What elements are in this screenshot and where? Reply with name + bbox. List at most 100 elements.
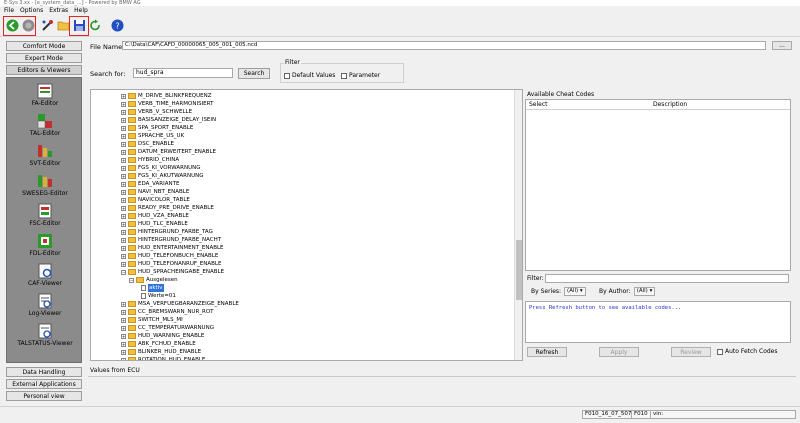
expander-icon[interactable]: + [121, 109, 126, 115]
expander-icon[interactable]: + [121, 173, 126, 179]
expander-icon[interactable]: + [121, 205, 126, 211]
expander-icon[interactable]: + [121, 237, 126, 243]
tree-node[interactable]: + DATUM_ERWEITERT_ENABLE [121, 148, 216, 156]
tree-node[interactable]: aktiv [141, 284, 164, 292]
tree-node[interactable]: + MSA_VERFUEGBARANZEIGE_ENABLE [121, 300, 239, 308]
expert-mode-button[interactable]: Expert Mode [6, 53, 82, 63]
expander-icon[interactable]: + [121, 189, 126, 195]
tree-node[interactable]: + SWITCH_MLS_MI [121, 316, 183, 324]
expander-icon[interactable]: + [121, 165, 126, 171]
open-folder-icon[interactable] [56, 18, 70, 32]
search-button[interactable]: Search [238, 68, 270, 79]
cheat-codes-grid[interactable]: Select Description [525, 99, 791, 271]
tree-node[interactable]: + ROTATION_HUD_ENABLE [121, 356, 205, 360]
log-viewer-item[interactable]: Log-Viewer [7, 292, 83, 322]
tree-node[interactable]: + HUD_TELEFONBUCH_ENABLE [121, 252, 218, 260]
tree-node[interactable]: + M_DRIVE_BLINKFREQUENZ [121, 92, 212, 100]
search-input[interactable]: hud_spra [133, 68, 233, 78]
expander-icon[interactable]: − [121, 269, 126, 275]
expander-icon[interactable]: + [121, 101, 126, 107]
fa-editor-item[interactable]: FA-Editor [7, 82, 83, 112]
tree-node[interactable]: + HUD_WARNING_ENABLE [121, 332, 204, 340]
by-series-select[interactable]: (All) ▾ [564, 287, 586, 296]
caf-tree[interactable]: + M_DRIVE_BLINKFREQUENZ + VERB_TIME_HARMONI… [90, 89, 523, 361]
fsc-editor-item[interactable]: FSC-Editor [7, 202, 83, 232]
auto-fetch-checkbox[interactable]: Auto Fetch Codes [717, 348, 778, 355]
refresh-icon[interactable] [88, 18, 102, 32]
help-icon[interactable]: ? [110, 18, 124, 32]
expander-icon[interactable]: + [121, 333, 126, 339]
menu-help[interactable]: Help [74, 7, 88, 14]
default-values-checkbox[interactable]: Default Values [284, 72, 335, 79]
tree-node[interactable]: + SPA_SPORT_ENABLE [121, 124, 193, 132]
parameter-checkbox[interactable]: Parameter [341, 72, 380, 79]
cheat-filter-input[interactable] [545, 274, 789, 283]
tree-node[interactable]: + EDA_VARIANTE [121, 180, 179, 188]
tree-node[interactable]: + FGS_KI_VORWARNUNG [121, 164, 200, 172]
expander-icon[interactable]: + [121, 325, 126, 331]
tree-node[interactable]: + HYBRID_CHINA [121, 156, 179, 164]
expander-icon[interactable]: + [121, 301, 126, 307]
tree-node[interactable]: + READY_PRE_DRIVE_ENABLE [121, 204, 214, 212]
by-author-select[interactable]: (All) ▾ [633, 287, 656, 296]
expander-icon[interactable]: + [121, 93, 126, 99]
menu-file[interactable]: File [4, 7, 14, 14]
expander-icon[interactable]: − [129, 277, 134, 283]
talstatus-viewer-item[interactable]: TALSTATUS-Viewer [7, 322, 83, 352]
tree-node[interactable]: + SPRACHE_US_UK [121, 132, 184, 140]
tree-node[interactable]: + NAVI_NBT_ENABLE [121, 188, 189, 196]
expander-icon[interactable]: + [121, 117, 126, 123]
menu-extras[interactable]: Extras [49, 7, 68, 14]
tree-node[interactable]: + HINTERGRUND_FARBE_NACHT [121, 236, 221, 244]
expander-icon[interactable]: + [121, 213, 126, 219]
tree-node[interactable]: + HUD_ENTERTAINMENT_ENABLE [121, 244, 224, 252]
col-select[interactable]: Select [526, 100, 650, 109]
expander-icon[interactable]: + [121, 253, 126, 259]
tree-node[interactable]: + HUD_TLC_ENABLE [121, 220, 188, 228]
tree-leaf[interactable]: Werte=01 [141, 292, 176, 300]
tree-node[interactable]: + HINTERGRUND_FARBE_TAG [121, 228, 213, 236]
expander-icon[interactable]: + [121, 157, 126, 163]
expander-icon[interactable]: + [121, 221, 126, 227]
expander-icon[interactable]: + [121, 133, 126, 139]
tree-node[interactable]: + CC_TEMPERATURWARNUNG [121, 324, 214, 332]
tree-node[interactable]: + VERB_V_SCHWELLE [121, 108, 192, 116]
tree-node[interactable]: + CC_BREMSWARN_NUR_ROT [121, 308, 214, 316]
tree-node[interactable]: + BLINKER_HUD_ENABLE [121, 348, 201, 356]
expander-icon[interactable]: + [121, 245, 126, 251]
expander-icon[interactable]: + [121, 261, 126, 267]
expander-icon[interactable]: + [121, 125, 126, 131]
tree-node[interactable]: + FGS_KI_AKUTWARNUNG [121, 172, 204, 180]
review-button[interactable]: Review [671, 347, 711, 357]
svt-editor-item[interactable]: SVT-Editor [7, 142, 83, 172]
tree-node[interactable]: + NAVICOLOR_TABLE [121, 196, 190, 204]
tree-scrollbar[interactable] [514, 90, 522, 360]
tree-node[interactable]: + HUD_VZA_ENABLE [121, 212, 189, 220]
refresh-button[interactable]: Refresh [527, 347, 567, 357]
col-description[interactable]: Description [650, 100, 687, 109]
apply-button[interactable]: Apply [599, 347, 639, 357]
expander-icon[interactable]: + [121, 149, 126, 155]
tree-node[interactable]: + ABK_FCHUD_ENABLE [121, 340, 196, 348]
tools-icon[interactable] [40, 18, 54, 32]
expander-icon[interactable]: + [121, 357, 126, 360]
fdl-editor-item[interactable]: FDL-Editor [7, 232, 83, 262]
expander-icon[interactable]: + [121, 317, 126, 323]
expander-icon[interactable]: + [121, 349, 126, 355]
expander-icon[interactable]: + [121, 197, 126, 203]
caf-viewer-item[interactable]: CAF-Viewer [7, 262, 83, 292]
tree-scroll-thumb[interactable] [516, 240, 522, 300]
tree-node[interactable]: + VERB_TIME_HARMONISIERT [121, 100, 213, 108]
data-handling-button[interactable]: Data Handling [6, 367, 82, 377]
tal-editor-item[interactable]: TAL-Editor [7, 112, 83, 142]
expander-icon[interactable]: + [121, 229, 126, 235]
tree-node[interactable]: + BASISANZEIGE_DELAY_ISEIN [121, 116, 216, 124]
tree-node[interactable]: − HUD_SPRACHEINGABE_ENABLE [121, 268, 224, 276]
expander-icon[interactable]: + [121, 341, 126, 347]
tree-node[interactable]: + HUD_TELEFONANRUF_ENABLE [121, 260, 221, 268]
tree-node[interactable]: + DSC_ENABLE [121, 140, 174, 148]
personal-view-button[interactable]: Personal view [6, 391, 82, 401]
expander-icon[interactable]: + [121, 181, 126, 187]
expander-icon[interactable]: + [121, 309, 126, 315]
expander-icon[interactable]: + [121, 141, 126, 147]
